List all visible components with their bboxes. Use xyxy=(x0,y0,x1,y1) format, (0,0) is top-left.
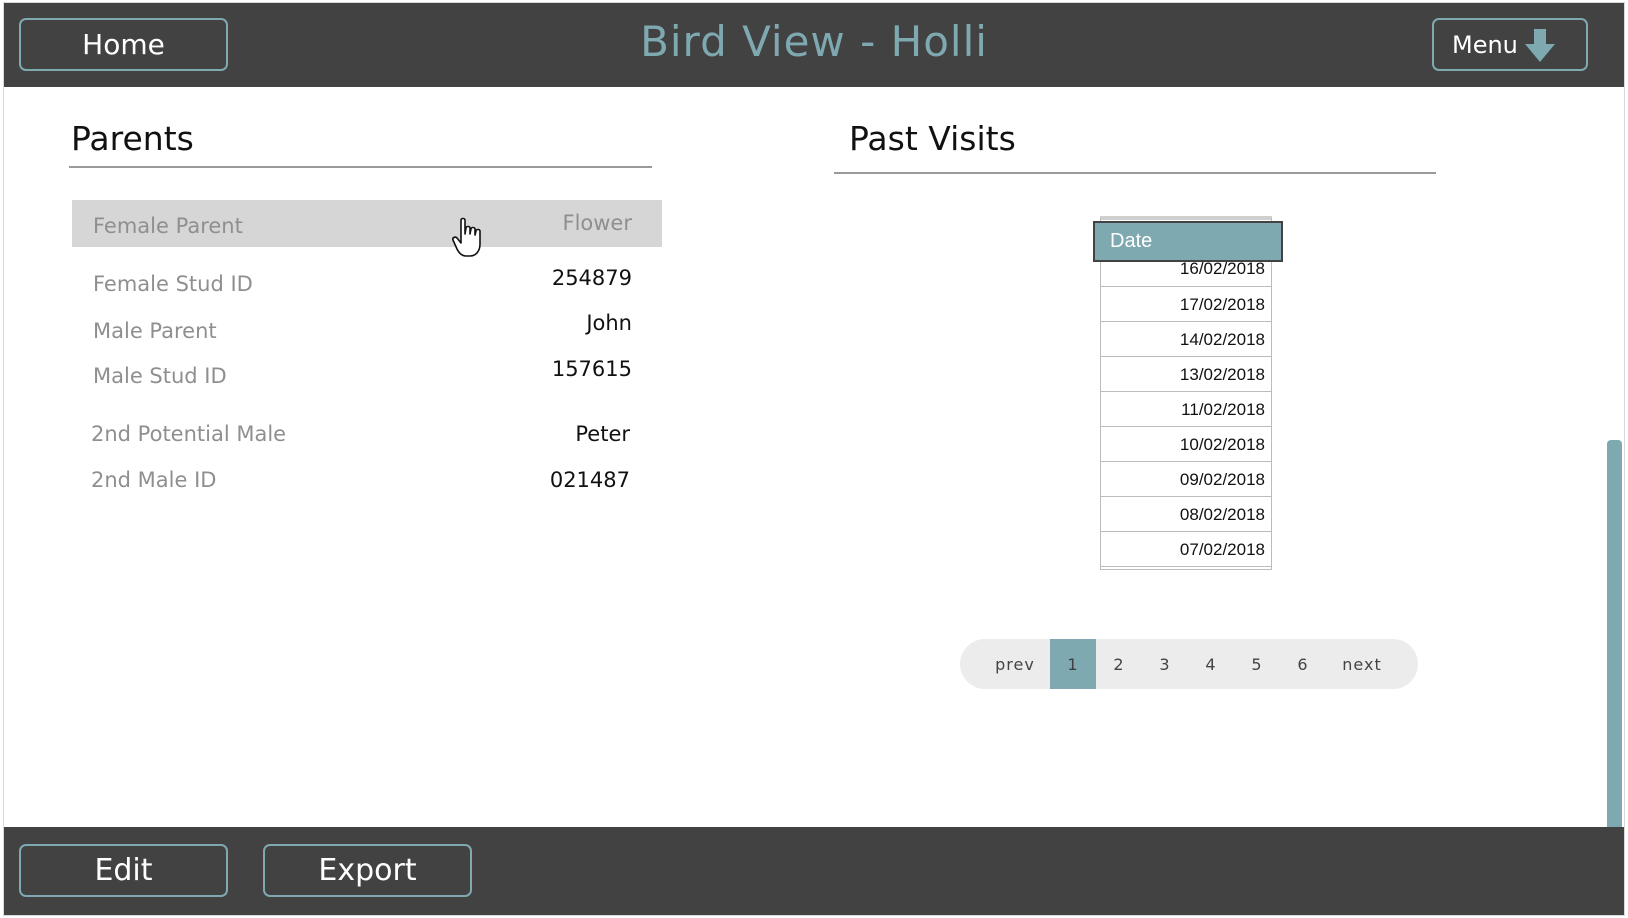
female-stud-id-label: Female Stud ID xyxy=(93,272,253,296)
pagination-page-3[interactable]: 3 xyxy=(1142,639,1188,689)
date-column-header[interactable]: Date xyxy=(1093,221,1283,262)
pagination-page-1[interactable]: 1 xyxy=(1050,639,1096,689)
second-male-id-value: 021487 xyxy=(549,468,630,492)
table-row[interactable]: 08/02/2018 xyxy=(1100,497,1272,532)
page-title: Bird View - Holli xyxy=(640,17,988,66)
male-stud-id-label: Male Stud ID xyxy=(93,364,227,388)
down-arrow-icon xyxy=(1525,29,1555,62)
top-bar: Home Bird View - Holli Menu xyxy=(4,3,1624,87)
app-window: Home Bird View - Holli Menu Parents Fema… xyxy=(4,3,1624,915)
table-row[interactable]: 14/02/2018 xyxy=(1100,322,1272,357)
bottom-bar xyxy=(4,827,1624,915)
pagination-page-4[interactable]: 4 xyxy=(1188,639,1234,689)
parents-divider xyxy=(69,166,652,168)
male-stud-id-value: 157615 xyxy=(551,357,632,381)
second-potential-male-value: Peter xyxy=(575,422,630,446)
pagination-page-6[interactable]: 6 xyxy=(1280,639,1326,689)
female-parent-value: Flower xyxy=(562,211,633,235)
table-row[interactable]: 13/02/2018 xyxy=(1100,357,1272,392)
edit-button[interactable]: Edit xyxy=(19,844,228,897)
parents-title: Parents xyxy=(71,119,194,158)
table-row[interactable]: 11/02/2018 xyxy=(1100,392,1272,427)
female-stud-id-value: 254879 xyxy=(551,266,632,290)
export-button[interactable]: Export xyxy=(263,844,472,897)
female-parent-label: Female Parent xyxy=(93,214,243,238)
past-visits-title: Past Visits xyxy=(849,119,1016,158)
table-row[interactable]: 07/02/2018 xyxy=(1100,532,1272,567)
second-potential-male-label: 2nd Potential Male xyxy=(91,422,287,446)
menu-button-label: Menu xyxy=(1452,30,1518,59)
pagination-next[interactable]: next xyxy=(1326,639,1398,689)
pagination-prev[interactable]: prev xyxy=(980,639,1050,689)
pagination-page-2[interactable]: 2 xyxy=(1096,639,1142,689)
table-row[interactable]: 16/02/2018 xyxy=(1100,257,1272,287)
table-row[interactable]: 10/02/2018 xyxy=(1100,427,1272,462)
edit-button-label: Edit xyxy=(94,853,153,888)
male-parent-value: John xyxy=(586,311,632,335)
menu-button[interactable]: Menu xyxy=(1432,18,1588,71)
export-button-label: Export xyxy=(318,853,417,888)
male-parent-label: Male Parent xyxy=(93,319,217,343)
second-male-id-label: 2nd Male ID xyxy=(91,468,217,492)
hand-pointer-icon xyxy=(452,217,481,257)
table-row[interactable]: 17/02/2018 xyxy=(1100,287,1272,322)
past-visits-divider xyxy=(834,172,1436,174)
date-column-header-label: Date xyxy=(1110,230,1153,252)
pagination-page-5[interactable]: 5 xyxy=(1234,639,1280,689)
table-row[interactable]: 09/02/2018 xyxy=(1100,462,1272,497)
